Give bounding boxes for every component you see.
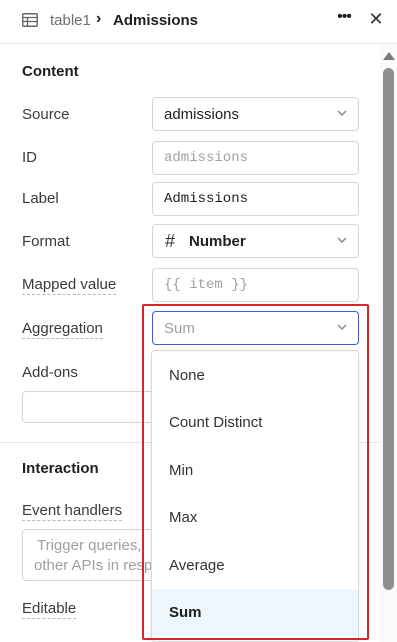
section-title-interaction: Interaction	[22, 460, 99, 477]
chevron-down-icon	[337, 237, 347, 243]
label-input[interactable]: Admissions	[152, 182, 359, 216]
number-format-icon: #	[165, 231, 176, 251]
event-handlers-placeholder-line1: Trigger queries,	[37, 537, 142, 554]
mapped-value-label: Mapped value	[22, 276, 117, 295]
page-title[interactable]: Admissions	[113, 12, 198, 29]
table-icon	[22, 13, 38, 27]
source-label: Source	[22, 106, 70, 123]
id-input[interactable]: admissions	[152, 141, 359, 175]
close-icon[interactable]: ✕	[366, 9, 386, 33]
breadcrumb-parent[interactable]: table1	[50, 12, 91, 29]
panel-header: table1 › Admissions ••• ✕	[0, 0, 397, 44]
scrollbar-thumb[interactable]	[383, 68, 394, 590]
id-label: ID	[22, 149, 37, 166]
addons-button[interactable]	[22, 391, 162, 423]
scroll-up-arrow-icon[interactable]	[383, 52, 395, 60]
format-value: Number	[189, 233, 246, 250]
addons-label: Add-ons	[22, 364, 78, 381]
label-value: Admissions	[164, 191, 249, 207]
mapped-value-input[interactable]: {{ item }}	[152, 268, 359, 302]
aggregation-label: Aggregation	[22, 320, 103, 339]
format-select[interactable]: # Number	[152, 224, 359, 258]
source-value: admissions	[164, 106, 240, 123]
highlight-box	[142, 304, 369, 640]
chevron-down-icon	[337, 110, 347, 116]
mapped-value-placeholder: {{ item }}	[164, 277, 249, 293]
event-handlers-empty-state[interactable]: Trigger queries, other APIs in resp	[22, 529, 162, 581]
format-label: Format	[22, 233, 70, 250]
id-placeholder: admissions	[164, 150, 249, 166]
more-horizontal-icon[interactable]: •••	[334, 8, 354, 32]
breadcrumb-separator-icon: ›	[96, 10, 102, 27]
label-label: Label	[22, 190, 59, 207]
section-title-content: Content	[22, 63, 79, 80]
event-handlers-placeholder-line2: other APIs in resp	[34, 557, 153, 574]
source-select[interactable]: admissions	[152, 97, 359, 131]
editable-label: Editable	[22, 600, 77, 619]
event-handlers-label: Event handlers	[22, 502, 123, 521]
